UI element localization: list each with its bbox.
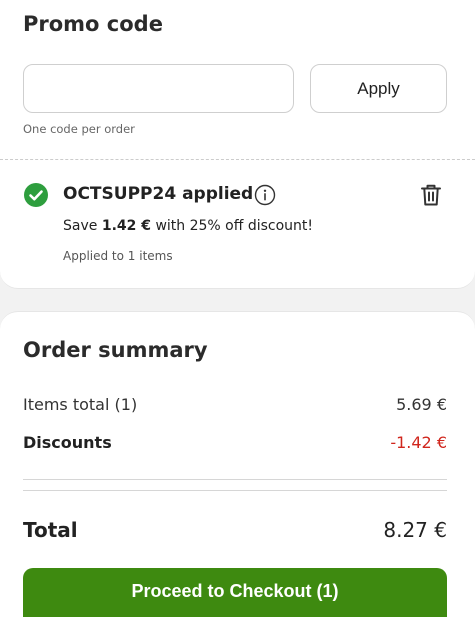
items-total-value: 5.69 € bbox=[396, 395, 447, 414]
promo-hint: One code per order bbox=[23, 122, 135, 136]
trash-icon[interactable] bbox=[418, 182, 444, 208]
check-circle-icon bbox=[24, 183, 48, 207]
divider bbox=[0, 159, 475, 160]
save-amount: 1.42 € bbox=[101, 218, 151, 234]
save-prefix: Save bbox=[63, 218, 102, 234]
applied-code-label: OCTSUPP24 applied bbox=[63, 184, 254, 204]
summary-divider bbox=[23, 479, 447, 480]
order-summary-card: Order summary Items total (1) 5.69 € Dis… bbox=[0, 311, 475, 617]
proceed-to-checkout-button[interactable]: Proceed to Checkout (1) bbox=[23, 568, 447, 617]
summary-divider bbox=[23, 490, 447, 491]
items-total-label: Items total (1) bbox=[23, 395, 138, 414]
discounts-value: -1.42 € bbox=[390, 433, 447, 452]
discounts-label: Discounts bbox=[23, 433, 112, 452]
order-summary-title: Order summary bbox=[23, 338, 208, 362]
total-value: 8.27 € bbox=[383, 518, 447, 542]
promo-title: Promo code bbox=[23, 12, 163, 36]
applied-items-note: Applied to 1 items bbox=[63, 249, 173, 263]
discount-description: Save 1.42 € with 25% off discount! bbox=[63, 218, 313, 234]
apply-button[interactable]: Apply bbox=[310, 64, 447, 113]
total-label: Total bbox=[23, 518, 78, 542]
promo-code-input[interactable] bbox=[23, 64, 294, 113]
save-suffix: with 25% off discount! bbox=[151, 218, 314, 234]
info-icon[interactable] bbox=[254, 184, 276, 206]
promo-code-card: Promo code Apply One code per order OCTS… bbox=[0, 0, 475, 289]
